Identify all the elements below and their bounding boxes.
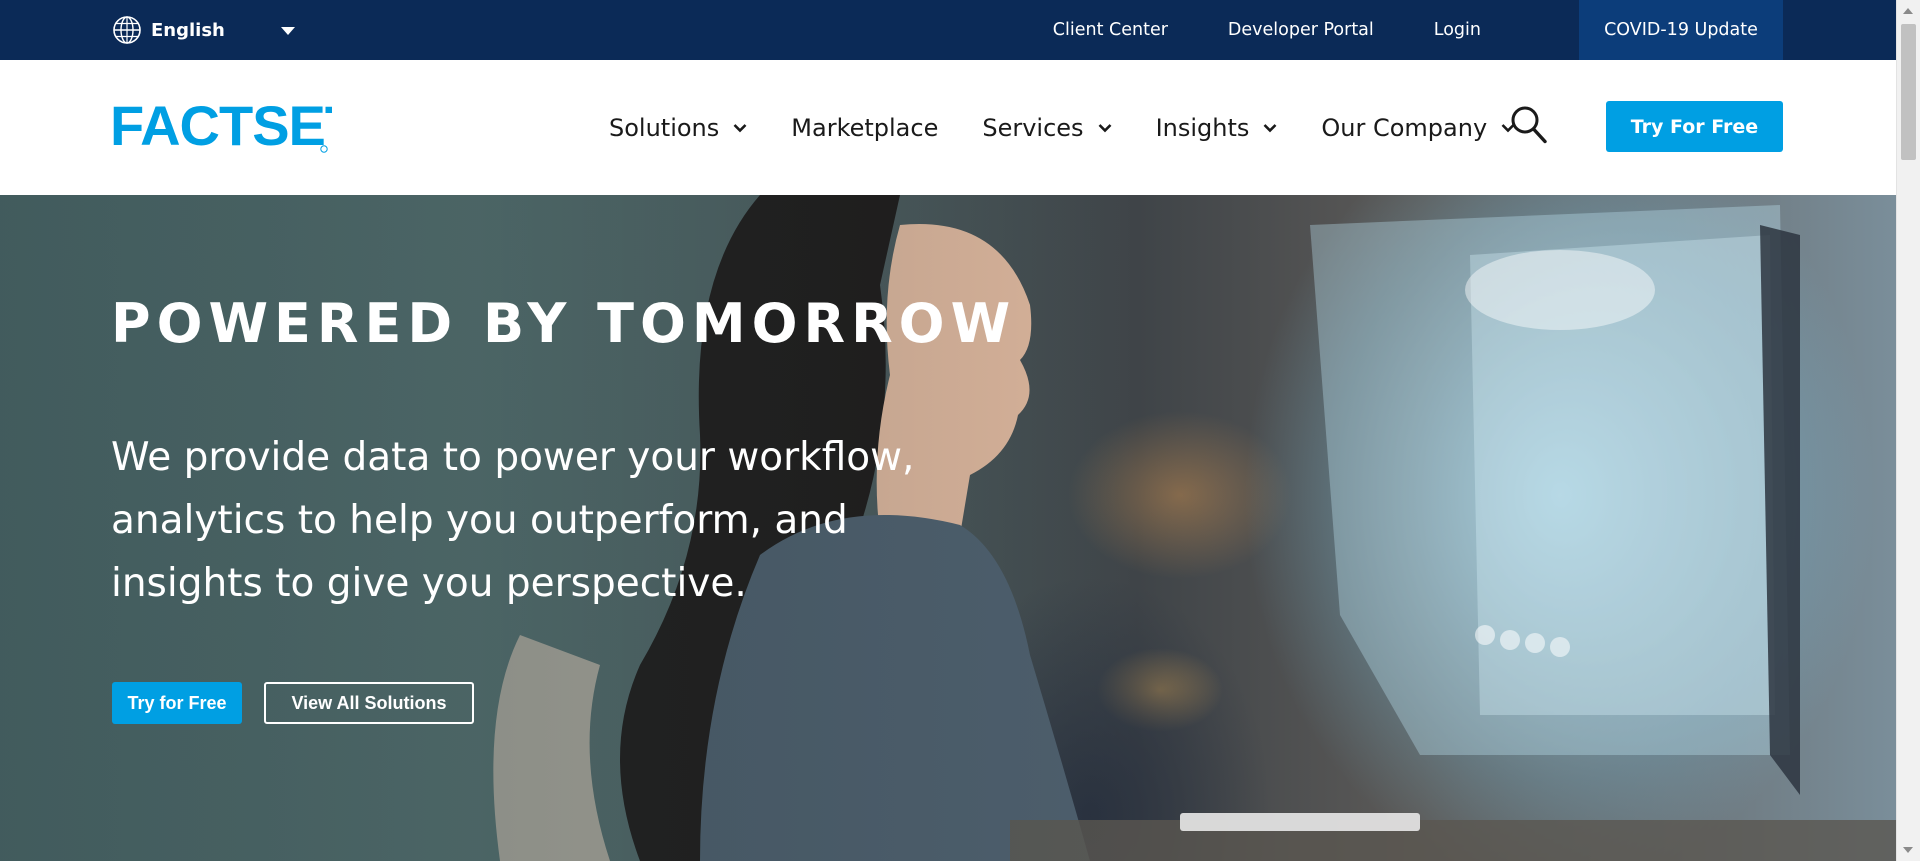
chevron-down-icon [1263,123,1277,132]
nav-insights-label: Insights [1155,113,1250,142]
primary-menu: Solutions Marketplace Services Insights … [609,60,1559,195]
hero-banner: POWERED BY TOMORROW We provide data to p… [0,195,1896,861]
covid-update-button[interactable]: COVID-19 Update [1579,0,1783,60]
nav-solutions-label: Solutions [609,113,720,142]
nav-services-label: Services [982,113,1084,142]
hero-title: POWERED BY TOMORROW [111,292,1017,355]
language-label: English [151,19,225,41]
globe-icon [113,16,141,44]
scrollbar-thumb[interactable] [1901,24,1916,160]
hero-subtitle: We provide data to power your workflow, … [111,435,915,606]
view-all-solutions-button[interactable]: View All Solutions [264,682,474,724]
search-icon [1511,106,1547,144]
search-button[interactable] [1510,105,1548,145]
caret-down-icon [280,27,295,35]
scroll-up-arrow-icon[interactable] [1903,8,1913,14]
factset-logo-mark: FACTSET [110,94,360,157]
hero-try-for-free-button[interactable]: Try for Free [112,682,242,724]
nav-marketplace-label: Marketplace [791,113,939,142]
utility-bar: English Client Center Developer Portal L… [0,0,1896,60]
page-scrollbar[interactable] [1896,0,1920,861]
developer-portal-link[interactable]: Developer Portal [1228,20,1374,40]
nav-our-company-label: Our Company [1321,113,1488,142]
chevron-down-icon [1098,123,1111,132]
factset-logo[interactable]: FACTSET [110,94,360,157]
scroll-down-arrow-icon[interactable] [1903,847,1913,853]
nav-services[interactable]: Services [982,114,1111,142]
nav-our-company[interactable]: Our Company [1321,114,1515,142]
try-for-free-button[interactable]: Try For Free [1606,101,1783,152]
utility-links: Client Center Developer Portal Login [1053,0,1541,60]
logo-wordmark: FACTSET [110,100,332,156]
nav-insights[interactable]: Insights [1156,114,1278,142]
language-selector[interactable]: English [112,14,295,46]
login-link[interactable]: Login [1434,20,1481,40]
client-center-link[interactable]: Client Center [1053,20,1168,40]
chevron-down-icon [733,123,747,132]
main-nav: FACTSET Solutions Marketplace Services I… [0,60,1896,195]
nav-marketplace[interactable]: Marketplace [791,114,938,142]
nav-solutions[interactable]: Solutions [609,114,747,142]
